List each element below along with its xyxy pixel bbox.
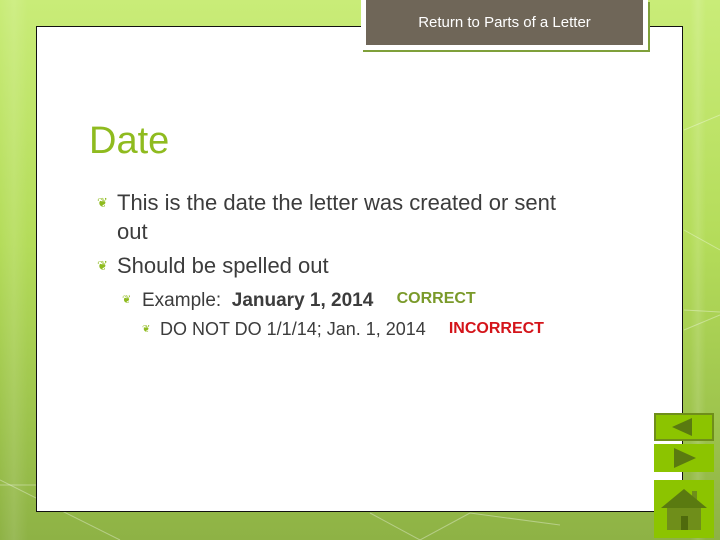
bullet-item: ❦ Should be spelled out xyxy=(97,251,329,280)
bullet-text: Should be spelled out xyxy=(117,253,329,278)
bullet-text-continuation: out xyxy=(117,219,148,244)
slide-title: Date xyxy=(89,120,170,162)
counter-example-text: DO NOT DO 1/1/14; Jan. 1, 2014 xyxy=(160,319,426,339)
return-to-parts-button[interactable]: Return to Parts of a Letter xyxy=(361,0,648,50)
counter-example-item: ❦ DO NOT DO 1/1/14; Jan. 1, 2014 INCORREC… xyxy=(142,314,544,344)
bullet-flourish-icon: ❦ xyxy=(122,294,132,306)
bullet-item: ❦ This is the date the letter was created… xyxy=(97,188,617,246)
example-item: ❦ Example: January 1, 2014 CORRECT xyxy=(122,284,476,315)
example-value: January 1, 2014 xyxy=(231,290,374,311)
house-icon xyxy=(661,489,707,530)
bullet-flourish-icon: ❦ xyxy=(142,324,151,335)
bullet-flourish-icon: ❦ xyxy=(97,195,108,210)
return-button-label: Return to Parts of a Letter xyxy=(418,14,591,31)
example-prefix: Example: xyxy=(142,290,222,311)
next-slide-button[interactable] xyxy=(654,444,714,472)
previous-slide-button[interactable] xyxy=(654,413,714,441)
triangle-left-icon xyxy=(672,418,692,436)
home-button[interactable] xyxy=(654,480,714,538)
correct-badge: CORRECT xyxy=(396,290,476,307)
bullet-flourish-icon: ❦ xyxy=(97,258,108,273)
bullet-text: This is the date the letter was created … xyxy=(117,190,557,215)
incorrect-badge: INCORRECT xyxy=(448,320,544,337)
triangle-right-icon xyxy=(674,448,696,468)
